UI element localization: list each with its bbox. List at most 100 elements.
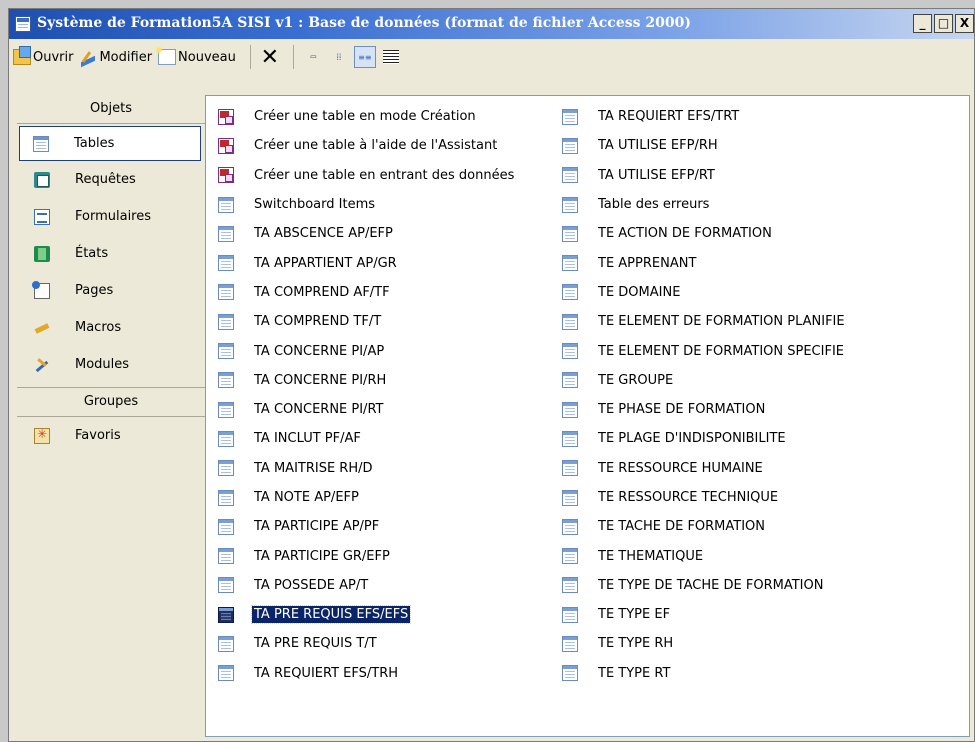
form-icon <box>34 208 50 225</box>
open-label: Ouvrir <box>33 49 74 65</box>
list-item-label: TA PARTICIPE GR/EFP <box>254 548 390 564</box>
list-item[interactable]: TE ACTION DE FORMATION <box>562 219 845 248</box>
list-view-button[interactable]: ≡≡ <box>353 46 376 68</box>
list-item[interactable]: TE APPRENANT <box>562 248 845 277</box>
maximize-button[interactable]: □ <box>934 14 953 33</box>
list-item[interactable]: TA INCLUT PF/AF <box>218 424 514 453</box>
list-item[interactable]: TE TACHE DE FORMATION <box>562 512 845 541</box>
groups-header[interactable]: Groupes <box>17 387 205 417</box>
list-item-label: TE DOMAINE <box>598 284 681 300</box>
list-item[interactable]: TA CONCERNE PI/RH <box>218 366 514 395</box>
list-item[interactable]: TA CONCERNE PI/AP <box>218 336 514 365</box>
list-item-create-design[interactable]: Créer une table en mode Création <box>218 102 514 131</box>
sidebar-item-queries[interactable]: Requêtes <box>17 161 205 198</box>
list-item[interactable]: TA UTILISE EFP/RT <box>562 161 845 190</box>
list-item-label: TA COMPREND TF/T <box>254 314 382 330</box>
table-icon <box>562 548 578 565</box>
sidebar-item-label: Favoris <box>75 428 121 443</box>
list-item[interactable]: TA PARTICIPE AP/PF <box>218 512 514 541</box>
list-item-label: TE TACHE DE FORMATION <box>598 519 766 535</box>
list-item[interactable]: TE RESSOURCE HUMAINE <box>562 454 845 483</box>
list-item-label: TA INCLUT PF/AF <box>254 431 361 447</box>
object-list[interactable]: Créer une table en mode Création Créer u… <box>205 95 970 737</box>
list-item-label: TA ABSCENCE AP/EFP <box>254 226 393 242</box>
list-item-selected[interactable]: TA PRE REQUIS EFS/EFS <box>218 600 514 629</box>
list-item[interactable]: TE DOMAINE <box>562 278 845 307</box>
list-item-label: TE TYPE DE TACHE DE FORMATION <box>598 577 824 593</box>
sidebar-item-modules[interactable]: Modules <box>17 346 205 383</box>
open-button[interactable]: Ouvrir <box>13 46 74 65</box>
list-item-label: TA PRE REQUIS T/T <box>254 636 377 652</box>
title-bar[interactable]: Système de Formation5A SISI v1 : Base de… <box>9 9 974 39</box>
list-item-create-wizard[interactable]: Créer une table à l'aide de l'Assistant <box>218 131 514 160</box>
list-item-label: Créer une table en mode Création <box>254 109 476 125</box>
list-item[interactable]: TE THEMATIQUE <box>562 541 845 570</box>
list-item[interactable]: TE PLAGE D'INDISPONIBILITE <box>562 424 845 453</box>
list-item-label: TE RESSOURCE HUMAINE <box>598 460 763 476</box>
list-item[interactable]: TE TYPE RT <box>562 659 845 688</box>
details-icon <box>382 50 399 64</box>
new-button[interactable]: Nouveau <box>155 46 236 65</box>
sidebar-item-label: Pages <box>75 283 114 298</box>
list-item[interactable]: TA MAITRISE RH/D <box>218 454 514 483</box>
sidebar-item-forms[interactable]: Formulaires <box>17 198 205 235</box>
details-view-button[interactable] <box>380 46 402 68</box>
window-controls: _ □ X <box>911 14 974 33</box>
list-item[interactable]: TA ABSCENCE AP/EFP <box>218 219 514 248</box>
list-item-label: TE ELEMENT DE FORMATION SPECIFIE <box>598 343 844 359</box>
list-item[interactable]: TE GROUPE <box>562 366 845 395</box>
sidebar-item-macros[interactable]: Macros <box>17 309 205 346</box>
list-item[interactable]: Table des erreurs <box>562 190 845 219</box>
list-item[interactable]: TA REQUIERT EFS/TRH <box>218 659 514 688</box>
edit-label: Modifier <box>99 49 153 65</box>
module-icon <box>34 357 50 373</box>
list-item[interactable]: TA POSSEDE AP/T <box>218 571 514 600</box>
minimize-button[interactable]: _ <box>913 14 932 33</box>
list-item[interactable]: TA CONCERNE PI/RT <box>218 395 514 424</box>
edit-button[interactable]: Modifier <box>79 49 152 65</box>
list-item-label: TA UTILISE EFP/RH <box>598 138 718 154</box>
list-item[interactable]: TA UTILISE EFP/RH <box>562 131 845 160</box>
list-item[interactable]: TE PHASE DE FORMATION <box>562 395 845 424</box>
list-item-label: TE GROUPE <box>598 372 674 388</box>
list-item[interactable]: TE TYPE DE TACHE DE FORMATION <box>562 571 845 600</box>
list-item[interactable]: TA REQUIERT EFS/TRT <box>562 102 845 131</box>
list-item[interactable]: Switchboard Items <box>218 190 514 219</box>
create-table-icon <box>218 167 234 184</box>
sidebar-item-reports[interactable]: États <box>17 235 205 272</box>
list-item[interactable]: TE RESSOURCE TECHNIQUE <box>562 483 845 512</box>
sidebar-item-tables[interactable]: Tables <box>19 126 201 161</box>
table-icon <box>562 577 578 594</box>
list-item[interactable]: TA COMPREND TF/T <box>218 307 514 336</box>
table-icon <box>218 255 234 272</box>
list-item[interactable]: TE TYPE EF <box>562 600 845 629</box>
list-item-label: Table des erreurs <box>598 197 710 213</box>
list-item-label: TE TYPE EF <box>598 607 671 623</box>
list-item[interactable]: TA COMPREND AF/TF <box>218 278 514 307</box>
list-column-2: TA REQUIERT EFS/TRT TA UTILISE EFP/RH TA… <box>562 102 845 688</box>
sidebar-item-label: Tables <box>74 136 115 151</box>
list-item[interactable]: TE ELEMENT DE FORMATION PLANIFIE <box>562 307 845 336</box>
list-item-label: TA APPARTIENT AP/GR <box>254 255 397 271</box>
list-item[interactable]: TA PARTICIPE GR/EFP <box>218 541 514 570</box>
list-item-label: TE ELEMENT DE FORMATION PLANIFIE <box>598 314 845 330</box>
list-item-create-datasheet[interactable]: Créer une table en entrant des données <box>218 161 514 190</box>
favorites-icon <box>34 427 50 444</box>
list-item-label: TA MAITRISE RH/D <box>254 460 373 476</box>
table-icon <box>562 255 578 272</box>
list-item[interactable]: TA PRE REQUIS T/T <box>218 629 514 658</box>
close-button[interactable]: X <box>955 14 974 33</box>
list-item[interactable]: TA APPARTIENT AP/GR <box>218 248 514 277</box>
list-item[interactable]: TA NOTE AP/EFP <box>218 483 514 512</box>
large-icons-view-button[interactable]: ▭ <box>302 46 324 68</box>
list-item-label: TE APPRENANT <box>598 255 697 271</box>
objects-header[interactable]: Objets <box>17 95 205 124</box>
delete-button[interactable]: ✕ <box>259 45 281 70</box>
list-item[interactable]: TE TYPE RH <box>562 629 845 658</box>
small-icons-view-button[interactable]: ⁞⁞ <box>328 46 350 68</box>
list-item-label: TA CONCERNE PI/AP <box>254 343 385 359</box>
table-icon <box>218 401 234 418</box>
sidebar-item-pages[interactable]: Pages <box>17 272 205 309</box>
sidebar-item-favorites[interactable]: Favoris <box>17 417 205 454</box>
list-item[interactable]: TE ELEMENT DE FORMATION SPECIFIE <box>562 336 845 365</box>
